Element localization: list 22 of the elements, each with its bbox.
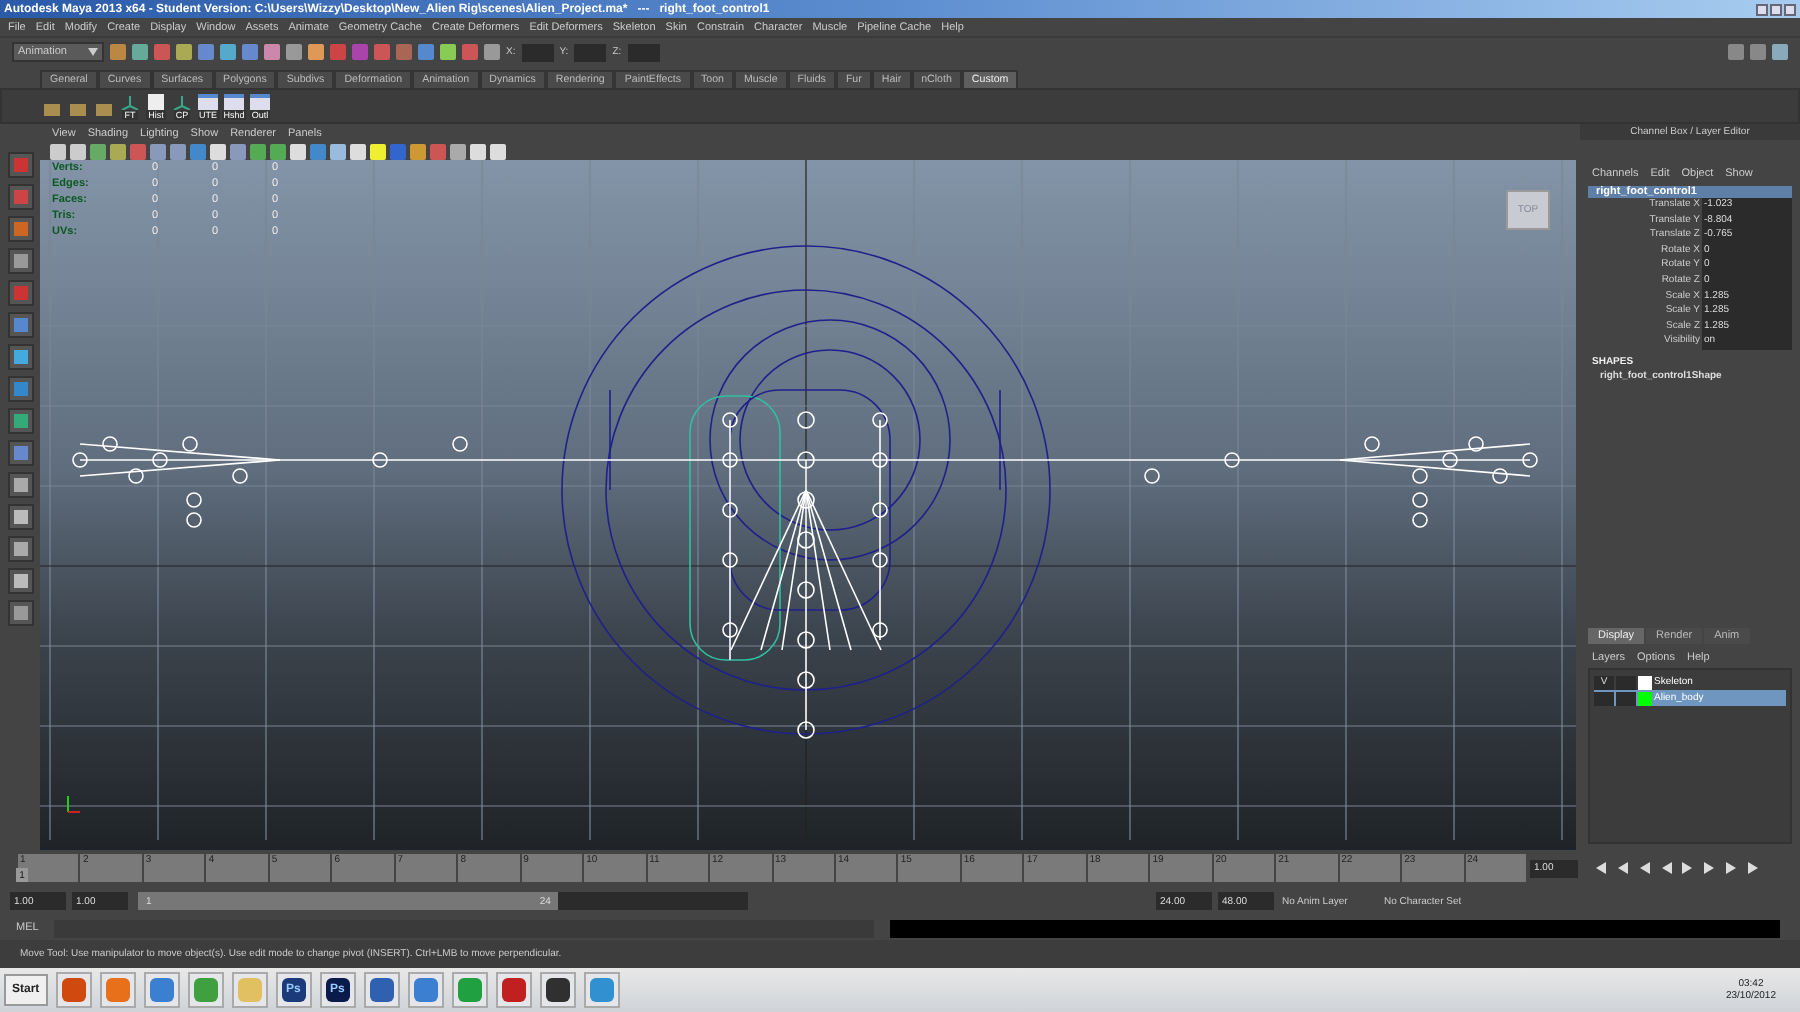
coordinate-field[interactable] — [627, 43, 660, 61]
tool-icon[interactable] — [7, 472, 33, 498]
axis-indicator-icon — [67, 795, 81, 813]
taskbar-app-icon[interactable] — [539, 972, 576, 1008]
tool-icon[interactable] — [7, 184, 33, 210]
visibility-toggle[interactable] — [1594, 691, 1614, 705]
coordinate-field[interactable] — [574, 43, 607, 61]
tool-icon[interactable] — [7, 312, 33, 338]
caret-icon — [88, 48, 98, 56]
tool-icon[interactable] — [7, 504, 33, 530]
tool-icon[interactable] — [7, 376, 33, 402]
taskbar-app-icon[interactable] — [495, 972, 532, 1008]
tool-icon[interactable] — [7, 600, 33, 626]
tool-icon[interactable] — [7, 216, 33, 242]
taskbar-app-icon[interactable] — [363, 972, 400, 1008]
coordinate-field[interactable] — [521, 43, 554, 61]
tool-icon[interactable] — [7, 536, 33, 562]
tool-icon[interactable] — [7, 568, 33, 594]
tool-icon[interactable] — [7, 248, 33, 274]
tool-icon[interactable] — [7, 408, 33, 434]
tool-icon[interactable] — [7, 344, 33, 370]
tool-icon[interactable] — [7, 440, 33, 466]
